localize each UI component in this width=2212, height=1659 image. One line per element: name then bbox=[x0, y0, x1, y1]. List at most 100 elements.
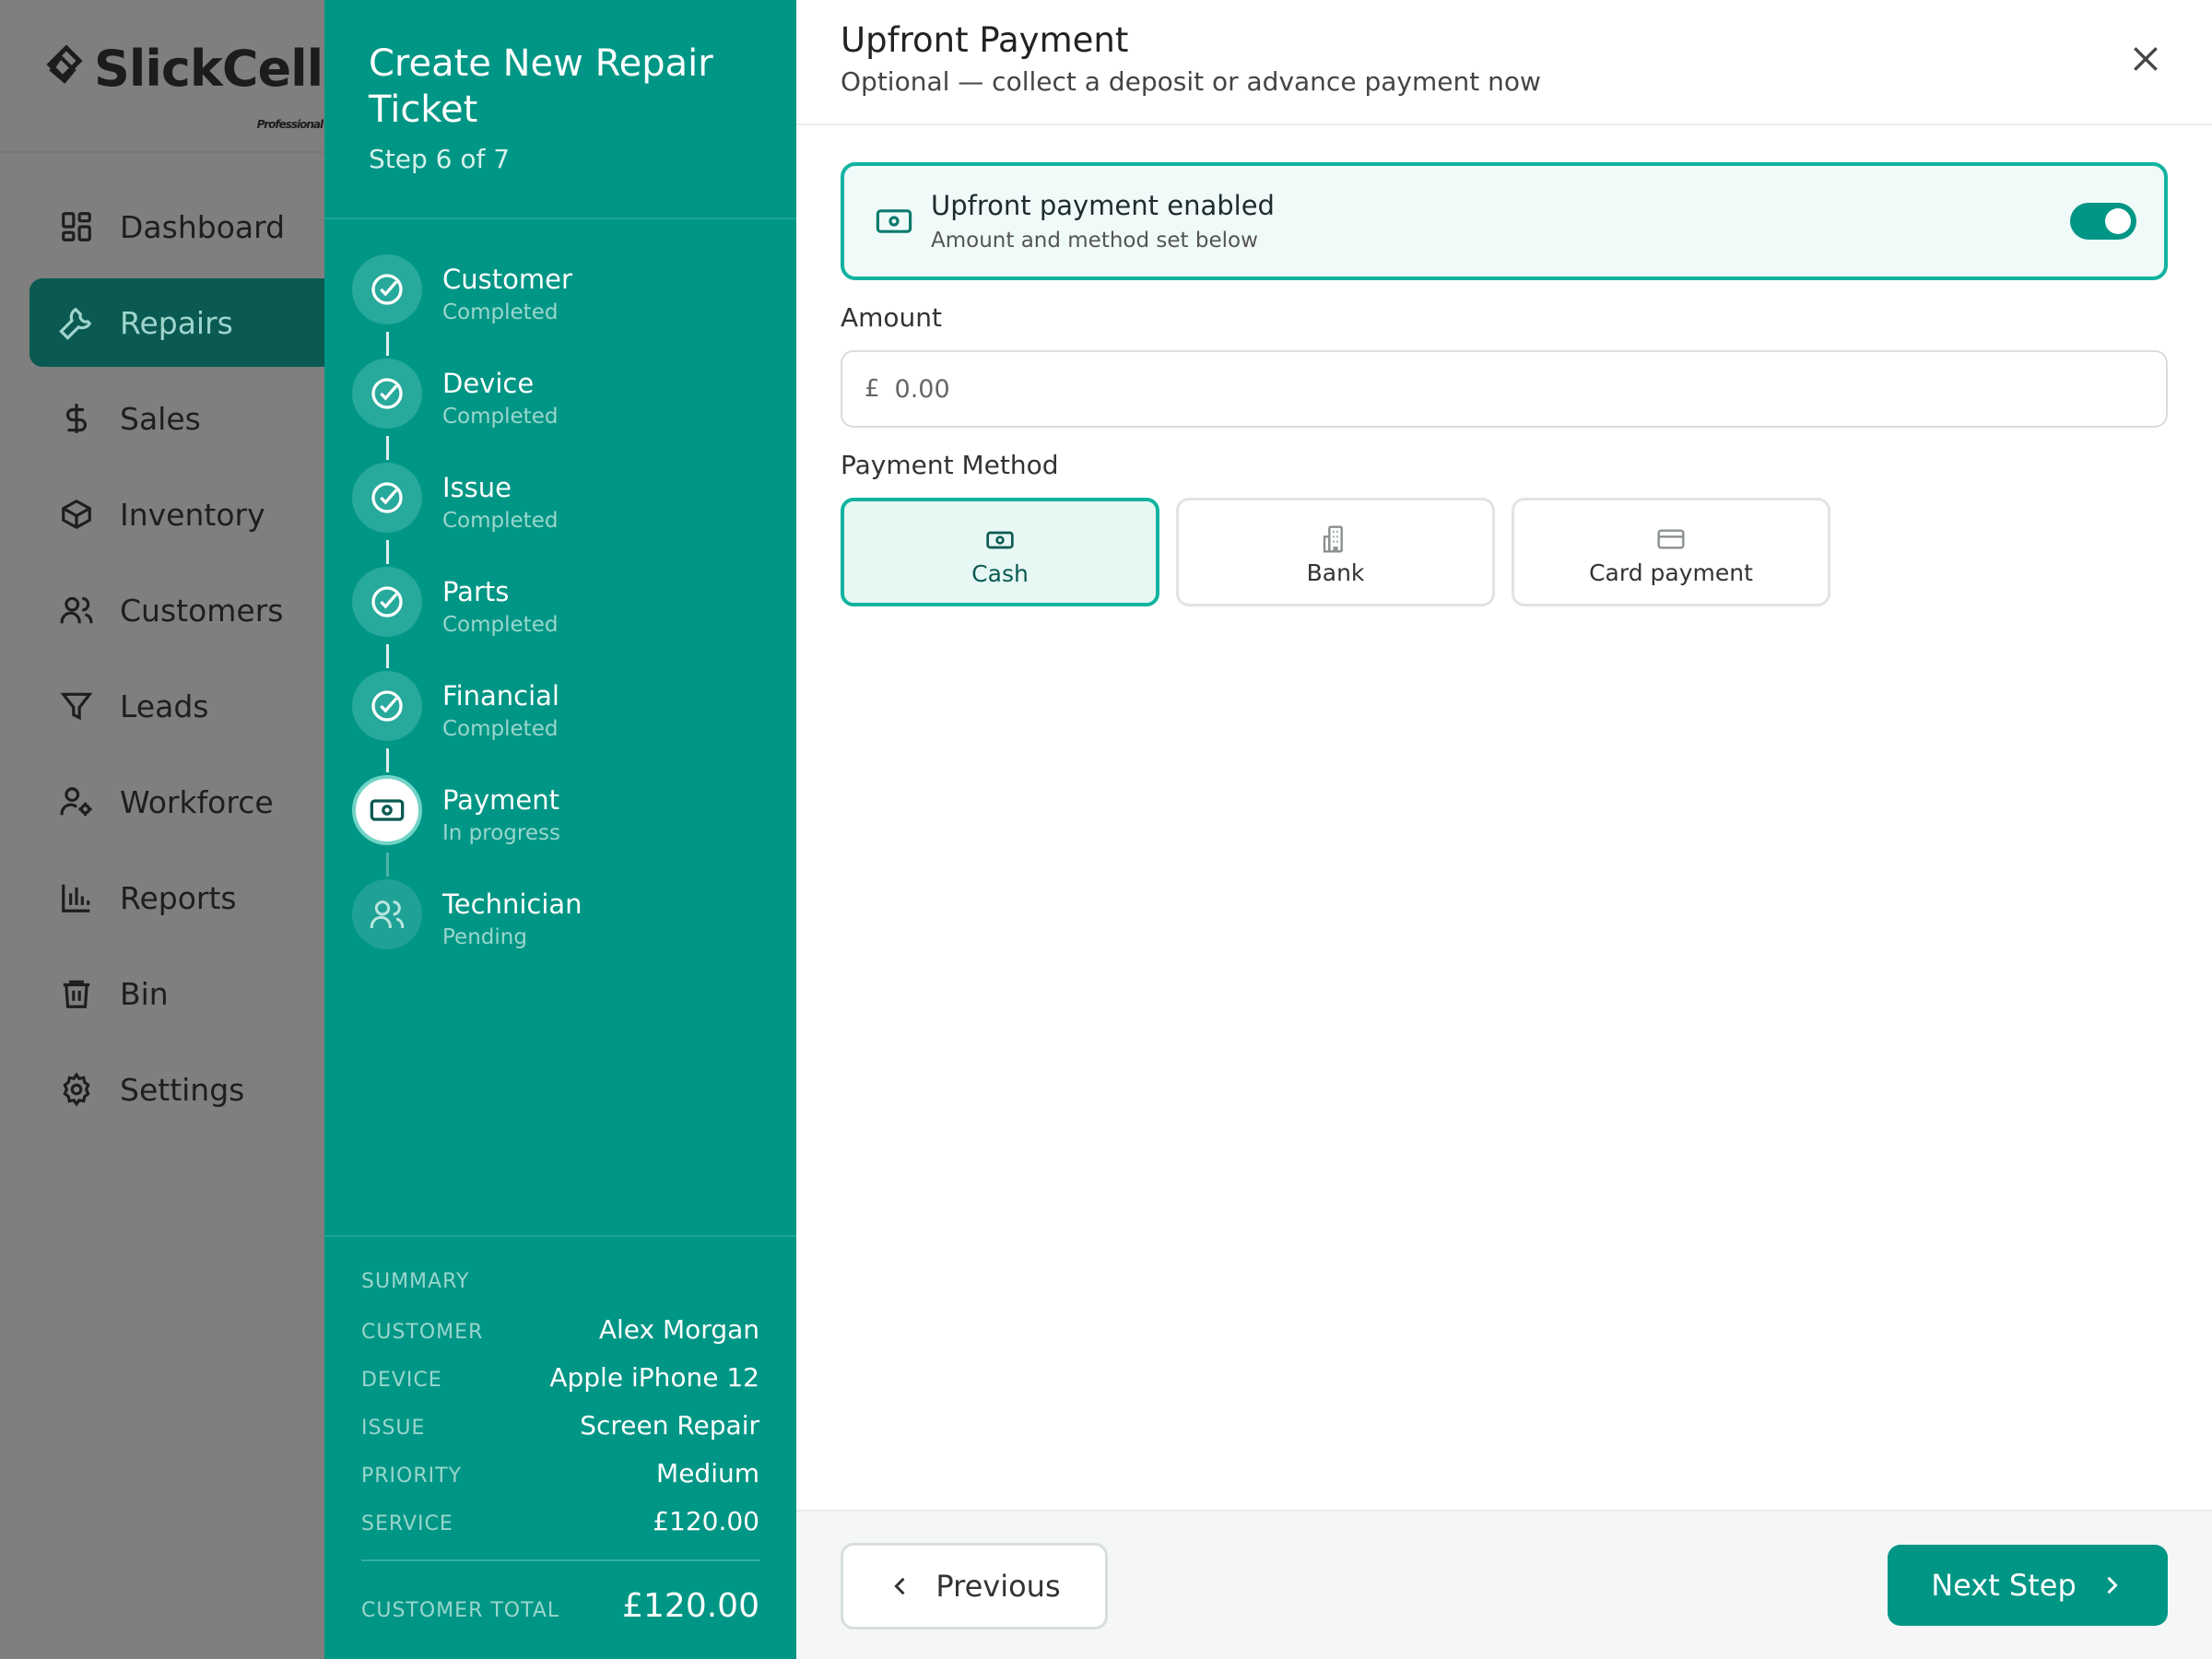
main-nav: Dashboard Repairs Sales Inventory Custom… bbox=[29, 182, 324, 1141]
nav-item-leads[interactable]: Leads bbox=[29, 662, 324, 750]
nav-item-dashboard[interactable]: Dashboard bbox=[29, 182, 324, 271]
cash-icon bbox=[986, 531, 1014, 549]
trash-icon bbox=[63, 980, 90, 1008]
nav-item-bin[interactable]: Bin bbox=[29, 949, 324, 1038]
step-connector bbox=[386, 332, 389, 356]
step-connector bbox=[386, 748, 389, 772]
payment-option-label: Bank bbox=[1306, 559, 1365, 586]
step-status: Completed bbox=[442, 300, 559, 324]
summary-key: PRIORITY bbox=[361, 1465, 463, 1488]
previous-button[interactable]: Previous bbox=[841, 1543, 1108, 1630]
step-badge bbox=[352, 879, 422, 949]
payment-option-cash[interactable]: Cash bbox=[841, 498, 1159, 606]
summary-value: Apple iPhone 12 bbox=[549, 1362, 759, 1393]
step-badge bbox=[352, 463, 422, 533]
upfront-payment-toggle[interactable] bbox=[2070, 203, 2136, 240]
chevron-left-icon bbox=[894, 1577, 905, 1595]
nav-item-settings[interactable]: Settings bbox=[29, 1045, 324, 1134]
nav-item-reports[interactable]: Reports bbox=[29, 853, 324, 942]
nav-item-sales[interactable]: Sales bbox=[29, 374, 324, 463]
users-icon bbox=[60, 596, 93, 624]
toggle-card-subtitle: Amount and method set below bbox=[931, 229, 1258, 253]
wizard-step-indicator: Step 6 of 7 bbox=[369, 144, 511, 174]
modal-header-divider bbox=[796, 124, 2212, 125]
modal-title: Upfront Payment bbox=[841, 20, 1129, 60]
step-connector bbox=[386, 644, 389, 668]
dollar-icon bbox=[66, 404, 87, 433]
step-name: Parts bbox=[442, 576, 510, 607]
sidebar-divider bbox=[0, 151, 324, 153]
summary-heading: SUMMARY bbox=[361, 1270, 470, 1293]
step-name: Payment bbox=[442, 784, 559, 816]
check-circle-icon bbox=[371, 690, 403, 722]
summary-total-value: £120.00 bbox=[622, 1587, 759, 1625]
app-sidebar: SlickCell Professional Dashboard Repairs… bbox=[0, 0, 324, 1659]
dashboard-icon bbox=[62, 212, 91, 241]
modal-footer: Previous Next Step bbox=[796, 1510, 2212, 1659]
step-technician[interactable]: Technician Pending bbox=[352, 879, 776, 983]
payment-method-label: Payment Method bbox=[841, 450, 1059, 480]
step-list: Customer Completed Device Completed Issu… bbox=[352, 254, 776, 983]
close-icon[interactable] bbox=[2127, 41, 2164, 77]
nav-label: Customers bbox=[120, 592, 284, 629]
summary-key: SERVICE bbox=[361, 1512, 453, 1535]
summary-row-device: DEVICE Apple iPhone 12 bbox=[361, 1362, 759, 1393]
summary-value: Medium bbox=[656, 1458, 759, 1488]
step-badge bbox=[352, 775, 422, 845]
chevron-right-icon bbox=[2107, 1576, 2118, 1594]
step-customer[interactable]: Customer Completed bbox=[352, 254, 776, 359]
payment-option-bank[interactable]: Bank bbox=[1176, 498, 1495, 606]
nav-item-repairs[interactable]: Repairs bbox=[29, 278, 324, 367]
step-connector bbox=[386, 540, 389, 564]
wizard-title: Create New Repair Ticket bbox=[369, 42, 713, 131]
nav-label: Reports bbox=[120, 879, 237, 916]
summary-row-issue: ISSUE Screen Repair bbox=[361, 1410, 759, 1441]
step-device[interactable]: Device Completed bbox=[352, 359, 776, 463]
amount-input[interactable] bbox=[894, 374, 2093, 404]
next-step-button-label: Next Step bbox=[1931, 1568, 2077, 1603]
step-name: Financial bbox=[442, 680, 559, 712]
step-status: Completed bbox=[442, 613, 559, 637]
summary-value: Alex Morgan bbox=[598, 1314, 759, 1345]
brand-name: SlickCell bbox=[94, 40, 324, 98]
step-status: Completed bbox=[442, 509, 559, 533]
step-payment[interactable]: Payment In progress bbox=[352, 775, 776, 879]
summary-key: ISSUE bbox=[361, 1417, 426, 1440]
step-name: Issue bbox=[442, 472, 512, 503]
cash-icon bbox=[370, 799, 405, 821]
user-cog-icon bbox=[60, 787, 92, 817]
toggle-card-title: Upfront payment enabled bbox=[931, 190, 1275, 221]
payment-option-card[interactable]: Card payment bbox=[1512, 498, 1830, 606]
step-badge bbox=[352, 254, 422, 324]
summary-row-customer: CUSTOMER Alex Morgan bbox=[361, 1314, 759, 1345]
step-status: In progress bbox=[442, 821, 560, 845]
next-step-button[interactable]: Next Step bbox=[1888, 1545, 2168, 1626]
check-circle-icon bbox=[371, 274, 403, 305]
nav-item-workforce[interactable]: Workforce bbox=[29, 758, 324, 846]
summary-divider bbox=[361, 1559, 759, 1561]
nav-label: Repairs bbox=[120, 304, 233, 341]
step-financial[interactable]: Financial Completed bbox=[352, 671, 776, 775]
currency-symbol: £ bbox=[865, 375, 880, 403]
users-icon bbox=[370, 900, 405, 928]
summary-key: CUSTOMER bbox=[361, 1321, 484, 1344]
check-circle-icon bbox=[371, 378, 403, 409]
step-issue[interactable]: Issue Completed bbox=[352, 463, 776, 567]
stepper-divider bbox=[324, 218, 796, 219]
amount-field[interactable]: £ bbox=[841, 350, 2168, 428]
nav-item-inventory[interactable]: Inventory bbox=[29, 470, 324, 559]
summary-value: Screen Repair bbox=[580, 1410, 759, 1441]
upfront-payment-toggle-card[interactable]: Upfront payment enabled Amount and metho… bbox=[841, 162, 2168, 280]
step-name: Device bbox=[442, 368, 535, 399]
summary-key: DEVICE bbox=[361, 1369, 442, 1392]
nav-label: Leads bbox=[120, 688, 209, 724]
previous-button-label: Previous bbox=[935, 1569, 1061, 1604]
nav-item-customers[interactable]: Customers bbox=[29, 566, 324, 654]
payment-method-options: Cash Bank Card payment bbox=[841, 498, 1830, 606]
step-parts[interactable]: Parts Completed bbox=[352, 567, 776, 671]
summary-total-row: CUSTOMER TOTAL £120.00 bbox=[361, 1587, 759, 1625]
nav-label: Workforce bbox=[120, 783, 274, 820]
payment-option-label: Cash bbox=[971, 560, 1029, 587]
check-circle-icon bbox=[371, 586, 403, 618]
step-badge bbox=[352, 671, 422, 741]
